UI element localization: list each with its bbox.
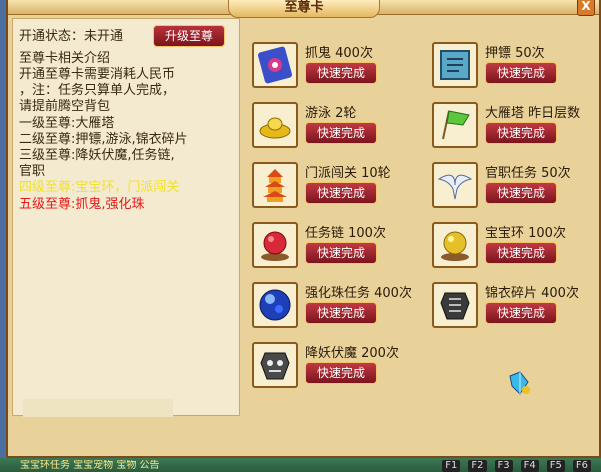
task-label: 任务链 100次 (305, 226, 386, 241)
game-bottom-bar: 宝宝环任务 宝宝宠物 宝物 公告 F1 F2 F3 F4 F5 F6 (0, 458, 601, 472)
green-flag-icon (432, 102, 478, 148)
close-button[interactable]: X (577, 0, 595, 16)
intro-title: 至尊卡相关介绍 (19, 51, 111, 66)
hotkey-slot[interactable]: F6 (572, 460, 591, 472)
quick-complete-button[interactable]: 快速完成 (305, 242, 377, 264)
task-item-quest-chain: 任务链 100次 快速完成 (252, 222, 424, 278)
quick-complete-button[interactable]: 快速完成 (485, 302, 557, 324)
task-label: 锦衣碎片 400次 (485, 286, 579, 301)
quick-complete-button[interactable]: 快速完成 (305, 362, 377, 384)
blue-pearl-icon (252, 282, 298, 328)
task-label: 强化珠任务 400次 (305, 286, 412, 301)
task-item-catch-ghost: 抓鬼 400次 快速完成 (252, 42, 424, 98)
task-item-brocade-fragment: 锦衣碎片 400次 快速完成 (432, 282, 601, 338)
intro-line: 请提前腾空背包 (19, 99, 111, 115)
hotkey-slots: F1 F2 F3 F4 F5 F6 (442, 460, 591, 472)
intro-line: 二级至尊:押镖,游泳,锦衣碎片 (19, 131, 188, 147)
task-label: 游泳 2轮 (305, 106, 357, 121)
task-label: 官职任务 50次 (485, 166, 571, 181)
hotkey-slot[interactable]: F4 (520, 460, 539, 472)
task-item-pet-ring: 宝宝环 100次 快速完成 (432, 222, 601, 278)
task-item-enhance-pearl: 强化珠任务 400次 快速完成 (252, 282, 424, 338)
task-item-escort: 押镖 50次 快速完成 (432, 42, 601, 98)
hotkey-slot[interactable]: F2 (468, 460, 487, 472)
gold-ingot-icon (252, 102, 298, 148)
task-item-swim: 游泳 2轮 快速完成 (252, 102, 424, 158)
intro-line: 官职 (19, 164, 46, 180)
panel-footer (23, 399, 173, 417)
quick-complete-button[interactable]: 快速完成 (305, 62, 377, 84)
intro-description: 开通至尊卡需要消耗人民币 ，注：任务只算单人完成， 请提前腾空背包 一级至尊:大… (19, 67, 233, 213)
task-label: 大雁塔 昨日层数 (485, 106, 581, 121)
quick-complete-button[interactable]: 快速完成 (485, 182, 557, 204)
task-item-sect-challenge: 门派闯关 10轮 快速完成 (252, 162, 424, 218)
intro-line: 开通至尊卡需要消耗人民币 (19, 67, 176, 82)
task-item-demon-subdue: 降妖伏魔 200次 快速完成 (252, 342, 424, 398)
book-icon (432, 42, 478, 88)
quick-complete-button[interactable]: 快速完成 (485, 62, 557, 84)
task-label: 抓鬼 400次 (305, 46, 373, 61)
quick-complete-button[interactable]: 快速完成 (305, 122, 377, 144)
quick-complete-button[interactable]: 快速完成 (305, 302, 377, 324)
intro-line: 一级至尊:大雁塔 (19, 115, 115, 131)
quick-complete-button[interactable]: 快速完成 (485, 242, 557, 264)
title-bar[interactable]: 至尊卡 X (8, 0, 599, 18)
level4-line: 四级至尊:宝宝环，门派闯关 (19, 180, 180, 196)
quick-complete-button[interactable]: 快速完成 (305, 182, 377, 204)
hotkey-slot[interactable]: F5 (546, 460, 565, 472)
demon-mask-icon (252, 342, 298, 388)
task-label: 降妖伏魔 200次 (305, 346, 399, 361)
ghost-scroll-icon (252, 42, 298, 88)
bottom-bar-text: 宝宝环任务 宝宝宠物 宝物 公告 (20, 460, 160, 471)
hotkey-slot[interactable]: F1 (442, 460, 461, 472)
window-title: 至尊卡 (228, 0, 380, 18)
task-label: 押镖 50次 (485, 46, 545, 61)
vip-card-window: 至尊卡 X 开通状态：未开通 升级至尊 至尊卡相关介绍 开通至尊卡需要消耗人民币… (6, 0, 601, 458)
upgrade-button[interactable]: 升级至尊 (153, 25, 225, 47)
task-item-wild-goose-pagoda: 大雁塔 昨日层数 快速完成 (432, 102, 601, 158)
red-orb-icon (252, 222, 298, 268)
open-status: 开通状态：未开通 (19, 29, 124, 44)
info-panel: 开通状态：未开通 升级至尊 至尊卡相关介绍 开通至尊卡需要消耗人民币 ，注：任务… (12, 18, 240, 417)
crystal-gem-icon (506, 370, 532, 396)
quick-complete-button[interactable]: 快速完成 (485, 122, 557, 144)
white-bird-icon (432, 162, 478, 208)
dark-armor-icon (432, 282, 478, 328)
task-label: 宝宝环 100次 (485, 226, 566, 241)
pagoda-icon (252, 162, 298, 208)
level5-line: 五级至尊:抓鬼,强化珠 (19, 196, 145, 212)
intro-line: 三级至尊:降妖伏魔,任务链, (19, 148, 175, 164)
intro-line: ，注：任务只算单人完成， (19, 83, 176, 99)
task-item-official-post: 官职任务 50次 快速完成 (432, 162, 601, 218)
hotkey-slot[interactable]: F3 (494, 460, 513, 472)
task-label: 门派闯关 10轮 (305, 166, 391, 181)
golden-orb-icon (432, 222, 478, 268)
